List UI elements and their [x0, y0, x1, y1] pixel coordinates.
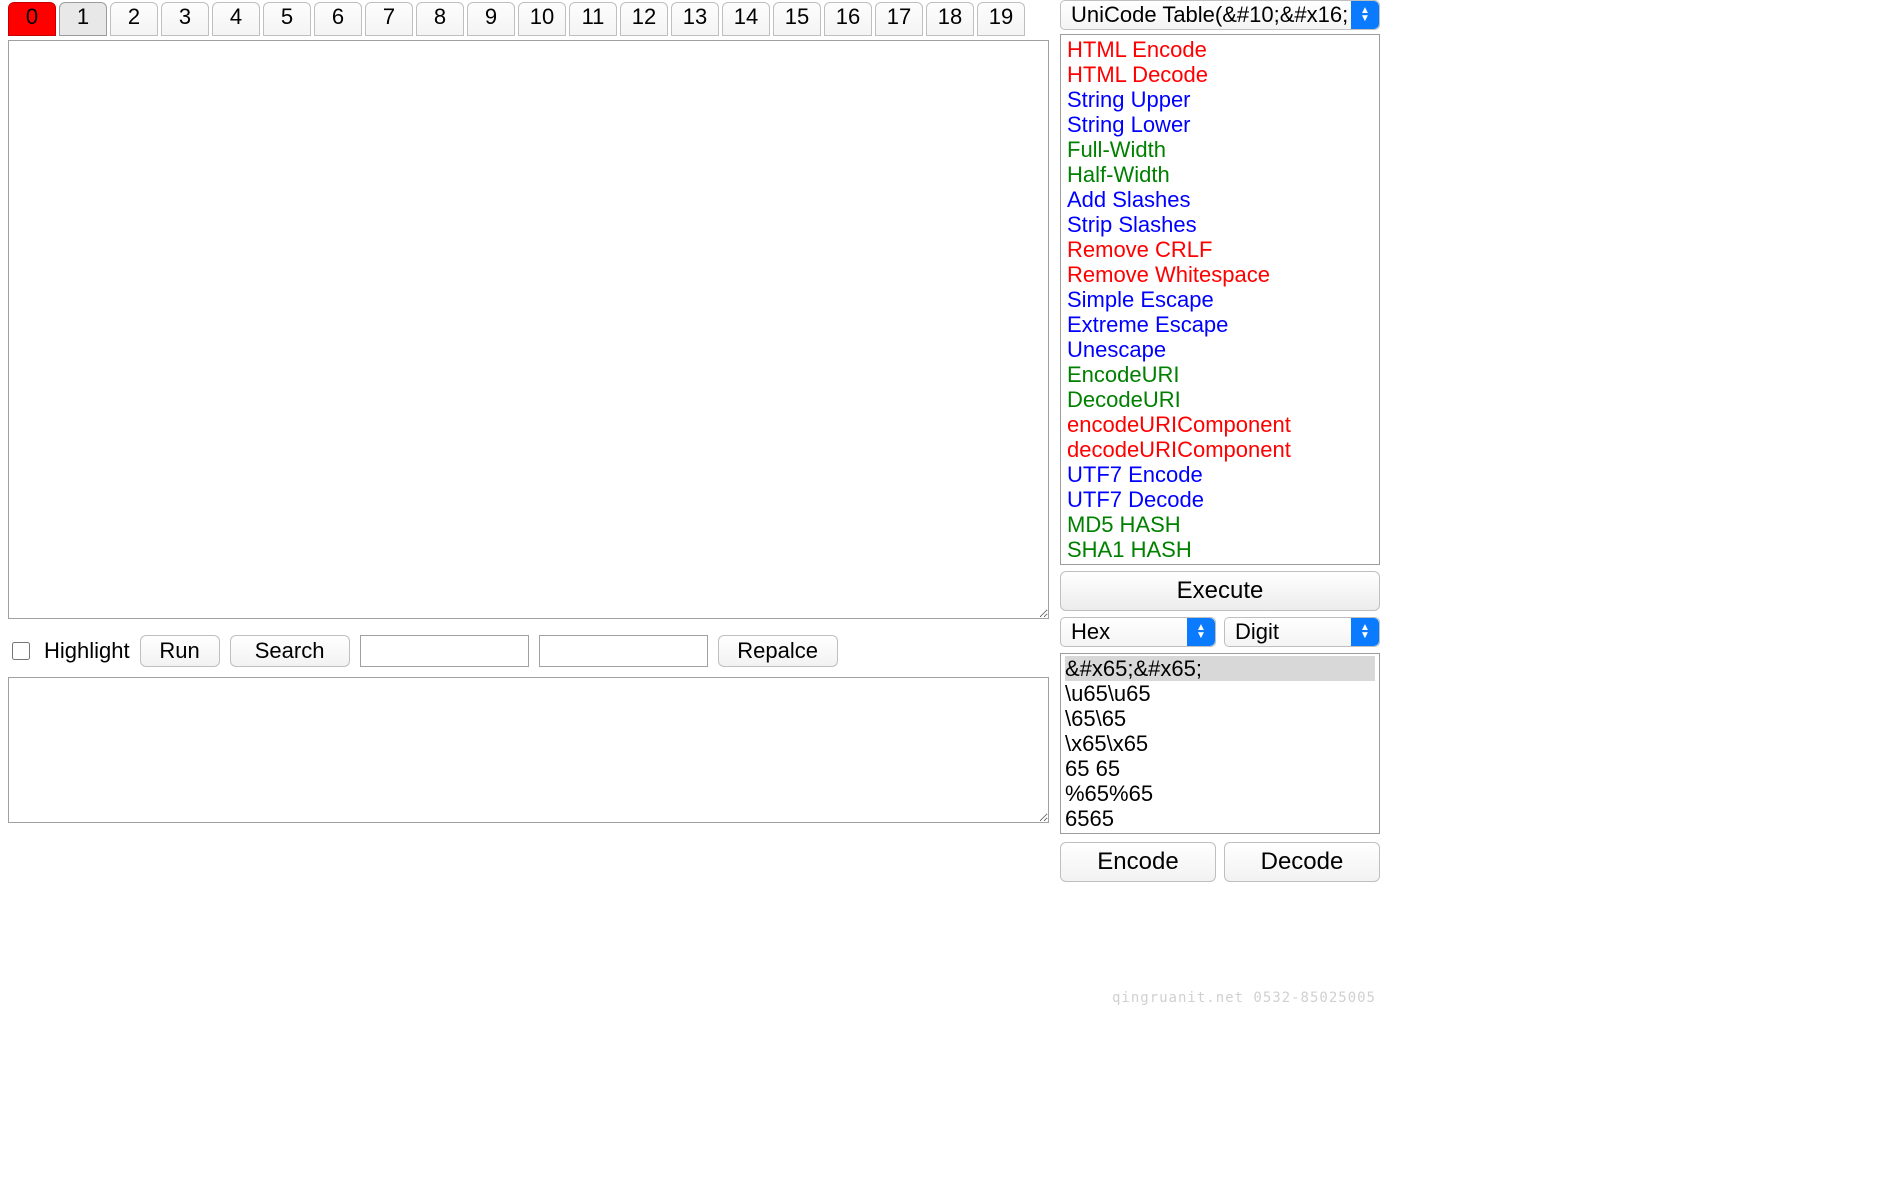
- decode-button[interactable]: Decode: [1224, 842, 1380, 882]
- unicode-table-select-label: UniCode Table(&#10;&#x16;: [1071, 2, 1348, 28]
- toolbar: Highlight Run Search Repalce: [8, 633, 1049, 669]
- operation-item[interactable]: SHA1 HASH: [1065, 537, 1375, 562]
- operation-item[interactable]: decodeURIComponent: [1065, 437, 1375, 462]
- highlight-checkbox[interactable]: [12, 642, 30, 660]
- run-button[interactable]: Run: [140, 635, 220, 667]
- tab-8[interactable]: 8: [416, 2, 464, 36]
- tab-16[interactable]: 16: [824, 2, 872, 36]
- preview-line[interactable]: \x65\x65: [1065, 731, 1375, 756]
- operation-item[interactable]: Remove CRLF: [1065, 237, 1375, 262]
- tab-row: 012345678910111213141516171819: [8, 0, 1049, 36]
- tab-13[interactable]: 13: [671, 2, 719, 36]
- preview-line[interactable]: 6565: [1065, 806, 1375, 831]
- preview-line[interactable]: 65 65: [1065, 756, 1375, 781]
- preview-line[interactable]: %65%65: [1065, 781, 1375, 806]
- encode-decode-row: Encode Decode: [1060, 842, 1380, 882]
- watermark: qingruanit.net 0532-85025005: [1112, 990, 1376, 1006]
- operation-item[interactable]: Half-Width: [1065, 162, 1375, 187]
- unicode-table-select[interactable]: UniCode Table(&#10;&#x16; ▲▼: [1060, 0, 1380, 30]
- mode-left-label: Hex: [1071, 619, 1110, 645]
- search-button[interactable]: Search: [230, 635, 350, 667]
- select-arrows-icon: ▲▼: [1351, 1, 1379, 29]
- tab-5[interactable]: 5: [263, 2, 311, 36]
- tab-12[interactable]: 12: [620, 2, 668, 36]
- tab-3[interactable]: 3: [161, 2, 209, 36]
- search-input[interactable]: [360, 635, 529, 667]
- tab-1[interactable]: 1: [59, 2, 107, 36]
- operation-item[interactable]: Strip Slashes: [1065, 212, 1375, 237]
- operation-item[interactable]: Extreme Escape: [1065, 312, 1375, 337]
- operation-item[interactable]: Add Slashes: [1065, 187, 1375, 212]
- mode-selects: Hex ▲▼ Digit ▲▼: [1060, 617, 1380, 647]
- tab-7[interactable]: 7: [365, 2, 413, 36]
- operation-item[interactable]: String Upper: [1065, 87, 1375, 112]
- operation-item[interactable]: Full-Width: [1065, 137, 1375, 162]
- operation-item[interactable]: String Lower: [1065, 112, 1375, 137]
- tab-15[interactable]: 15: [773, 2, 821, 36]
- highlight-label: Highlight: [44, 638, 130, 664]
- tab-0[interactable]: 0: [8, 2, 56, 36]
- tab-18[interactable]: 18: [926, 2, 974, 36]
- operation-item[interactable]: HTML Decode: [1065, 62, 1375, 87]
- preview-line[interactable]: \u65\u65: [1065, 681, 1375, 706]
- tab-19[interactable]: 19: [977, 2, 1025, 36]
- preview-line[interactable]: &#x65;&#x65;: [1065, 656, 1375, 681]
- operation-item[interactable]: Simple Escape: [1065, 287, 1375, 312]
- encode-button[interactable]: Encode: [1060, 842, 1216, 882]
- preview-list: &#x65;&#x65;\u65\u65\65\65\x65\x6565 65%…: [1060, 653, 1380, 834]
- mode-right-label: Digit: [1235, 619, 1279, 645]
- tab-10[interactable]: 10: [518, 2, 566, 36]
- operation-item[interactable]: HTML Encode: [1065, 37, 1375, 62]
- operation-item[interactable]: MD5 HASH: [1065, 512, 1375, 537]
- main-textarea[interactable]: [8, 40, 1049, 619]
- tab-17[interactable]: 17: [875, 2, 923, 36]
- select-arrows-icon: ▲▼: [1187, 618, 1215, 646]
- replace-button[interactable]: Repalce: [718, 635, 838, 667]
- select-arrows-icon: ▲▼: [1351, 618, 1379, 646]
- operations-list: HTML EncodeHTML DecodeString UpperString…: [1060, 34, 1380, 565]
- operation-item[interactable]: DecodeURI: [1065, 387, 1375, 412]
- left-panel: 012345678910111213141516171819 Highlight…: [0, 0, 1055, 1188]
- mode-right-select[interactable]: Digit ▲▼: [1224, 617, 1380, 647]
- right-panel: UniCode Table(&#10;&#x16; ▲▼ HTML Encode…: [1060, 0, 1380, 1188]
- preview-line[interactable]: \65\65: [1065, 706, 1375, 731]
- tab-9[interactable]: 9: [467, 2, 515, 36]
- operation-item[interactable]: encodeURIComponent: [1065, 412, 1375, 437]
- tab-11[interactable]: 11: [569, 2, 617, 36]
- mode-left-select[interactable]: Hex ▲▼: [1060, 617, 1216, 647]
- tab-6[interactable]: 6: [314, 2, 362, 36]
- tab-4[interactable]: 4: [212, 2, 260, 36]
- operation-item[interactable]: Unescape: [1065, 337, 1375, 362]
- tab-14[interactable]: 14: [722, 2, 770, 36]
- operation-item[interactable]: EncodeURI: [1065, 362, 1375, 387]
- operation-item[interactable]: UTF7 Decode: [1065, 487, 1375, 512]
- operation-item[interactable]: UTF7 Encode: [1065, 462, 1375, 487]
- replace-input[interactable]: [539, 635, 708, 667]
- execute-button[interactable]: Execute: [1060, 571, 1380, 611]
- output-textarea[interactable]: [8, 677, 1049, 823]
- tab-2[interactable]: 2: [110, 2, 158, 36]
- operation-item[interactable]: Remove Whitespace: [1065, 262, 1375, 287]
